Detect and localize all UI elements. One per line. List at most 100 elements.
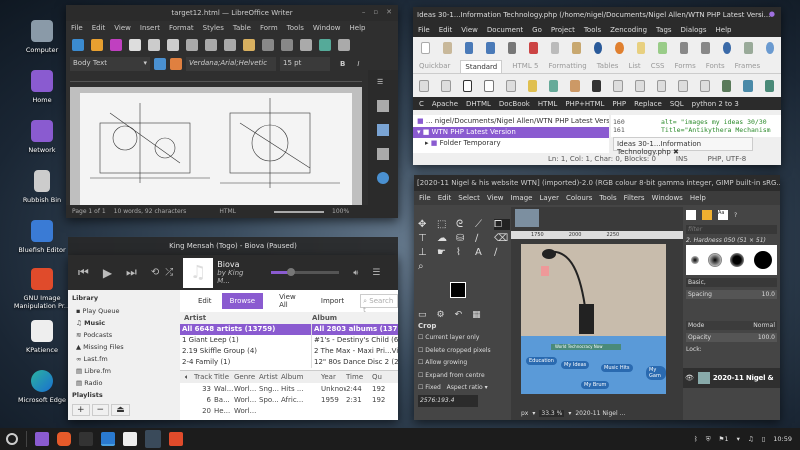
menu-view[interactable]: View	[487, 194, 504, 202]
layer-row[interactable]: 👁︎ 2020-11 Nigel &	[683, 368, 780, 388]
option-expand-from-centre[interactable]: ☐ Expand from centre	[418, 370, 511, 383]
previous-button[interactable]: ⏮	[78, 265, 89, 280]
option-current-layer-only[interactable]: ☐ Current layer only	[418, 332, 511, 345]
tree-item-folder-temporary[interactable]: ▸ ■ Folder Temporary	[413, 138, 609, 149]
artist-item[interactable]: 1 Giant Leep (1)	[180, 335, 311, 346]
paragraph-icon[interactable]	[506, 79, 516, 92]
preview-browser-icon[interactable]	[722, 42, 732, 54]
menu-zencoding[interactable]: Zencoding	[610, 26, 647, 34]
replace-icon[interactable]	[615, 42, 624, 54]
library-play-queue[interactable]: ▪ Play Queue	[76, 305, 176, 317]
save-icon[interactable]	[464, 42, 474, 54]
rhythmbox-icon[interactable]	[123, 432, 137, 446]
rect-select-icon[interactable]: ⬚	[437, 219, 453, 230]
menu-windows[interactable]: Windows	[652, 194, 683, 202]
writer-icon[interactable]	[101, 432, 115, 446]
clone-icon[interactable]: ⊥	[418, 247, 434, 258]
images-tab-icon[interactable]: ▦	[472, 310, 481, 320]
tab-tables[interactable]: Tables	[597, 62, 619, 70]
undo-icon[interactable]	[262, 38, 274, 51]
preferences-icon[interactable]	[744, 42, 753, 54]
path-select[interactable]: ■ ... nigel/Documents/Nigel Allen/WTN PH…	[413, 115, 609, 127]
paintbrush-icon[interactable]: ∕	[475, 233, 491, 244]
track-row[interactable]: 20 He... Worl...	[180, 405, 398, 416]
tab-fonts[interactable]: Fonts	[706, 62, 725, 70]
custom-menu-python[interactable]: python 2 to 3	[692, 100, 739, 108]
artist-item[interactable]: All 6648 artists (13759)	[180, 324, 311, 335]
desktop-icon-bluefish[interactable]: Bluefish Editor	[8, 220, 76, 254]
clock[interactable]: 10:59	[773, 435, 792, 443]
paste-icon[interactable]	[224, 38, 236, 51]
new-file-icon[interactable]	[421, 42, 431, 54]
menu-table[interactable]: Table	[233, 24, 251, 32]
tab-edit[interactable]: Edit	[198, 297, 212, 305]
patterns-tab-icon[interactable]	[702, 210, 712, 220]
image-thumbnail-tab[interactable]	[515, 209, 539, 227]
menu-filters[interactable]: Filters	[624, 194, 645, 202]
tab-view-all[interactable]: View All	[279, 293, 305, 309]
brush-filter-input[interactable]: filter	[686, 225, 777, 234]
library-music[interactable]: ♫ Music	[76, 317, 176, 329]
sidebar-menu-icon[interactable]: ☰	[377, 78, 389, 88]
menu-format[interactable]: Format	[169, 24, 194, 32]
menu-edit[interactable]: Edit	[92, 24, 106, 32]
smudge-icon[interactable]: ☛	[437, 247, 453, 258]
center-icon[interactable]	[634, 79, 645, 92]
gallery-icon[interactable]	[377, 148, 389, 160]
move-tool-icon[interactable]: ✥	[418, 219, 434, 230]
maximize-button[interactable]: ▫	[373, 8, 378, 16]
print-preview-icon[interactable]	[167, 38, 179, 51]
album-item[interactable]: 2 The Max - Maxi Pri...Virgin	[312, 346, 398, 357]
new-style-icon[interactable]	[170, 58, 182, 70]
layer-mode-select[interactable]: Mode Normal	[686, 321, 777, 330]
menu-view[interactable]: View	[461, 26, 478, 34]
menu-select[interactable]: Select	[458, 194, 480, 202]
fuzzy-select-icon[interactable]: ⟋	[475, 219, 491, 230]
battery-icon[interactable]: ▯	[762, 435, 766, 443]
properties-icon[interactable]	[377, 100, 389, 112]
menu-file[interactable]: File	[419, 194, 431, 202]
menu-file[interactable]: File	[71, 24, 83, 32]
visibility-eye-icon[interactable]: 👁︎	[685, 374, 694, 382]
menu-form[interactable]: Form	[260, 24, 278, 32]
notification-icon[interactable]: ⚑1	[719, 435, 729, 443]
tab-browse[interactable]: Browse	[221, 293, 264, 309]
album-item[interactable]: All 2803 albums (13759)	[312, 324, 398, 335]
menu-tools[interactable]: Tools	[287, 24, 304, 32]
menu-colours[interactable]: Colours	[566, 194, 592, 202]
print-icon[interactable]	[148, 38, 160, 51]
undo-icon[interactable]	[636, 42, 646, 54]
open-file-icon[interactable]	[443, 42, 452, 54]
bold-button[interactable]: B	[340, 60, 345, 68]
custom-menu-c[interactable]: C	[419, 100, 424, 108]
bold-icon[interactable]	[462, 79, 473, 92]
document-tab[interactable]: Ideas 30-1...Information Technology.php …	[613, 137, 753, 156]
menu-go[interactable]: Go	[532, 26, 542, 34]
custom-menu-php-html[interactable]: PHP+HTML	[565, 100, 604, 108]
open-icon[interactable]	[91, 38, 103, 51]
transform-icon[interactable]: ⊤	[418, 233, 434, 244]
export-pdf-icon[interactable]	[129, 38, 141, 51]
files-icon[interactable]	[35, 432, 49, 446]
navigator-icon[interactable]	[377, 172, 389, 184]
nbsp-icon[interactable]	[549, 79, 559, 92]
brushes-tab-icon[interactable]	[686, 210, 696, 220]
tab-quickbar[interactable]: Quickbar	[419, 62, 450, 70]
menu-tags[interactable]: Tags	[656, 26, 672, 34]
crop-tool-icon[interactable]: ⧠	[494, 219, 510, 230]
option-delete-cropped[interactable]: ☐ Delete cropped pixels	[418, 345, 511, 358]
custom-menu-dhtml[interactable]: DHTML	[466, 100, 491, 108]
color-picker-icon[interactable]: ∕	[494, 247, 510, 258]
tab-html5[interactable]: HTML 5	[512, 62, 538, 70]
spacing-slider[interactable]: Spacing 10.0	[686, 290, 777, 299]
close-button[interactable]: ✕	[386, 8, 392, 16]
find-icon[interactable]	[593, 42, 603, 54]
tab-import[interactable]: Import	[321, 297, 344, 305]
anchor-link-icon[interactable]	[591, 79, 602, 92]
library-librefm[interactable]: ▤ Libre.fm	[76, 365, 176, 377]
desktop-icon-kpatience[interactable]: KPatience	[8, 320, 76, 354]
cut-icon[interactable]	[529, 42, 538, 54]
help-tab-icon[interactable]: ?	[734, 212, 737, 219]
image-canvas[interactable]: World Technocracy Now Education My Ideas…	[521, 244, 666, 394]
shield-icon[interactable]: ⛨	[706, 435, 711, 444]
